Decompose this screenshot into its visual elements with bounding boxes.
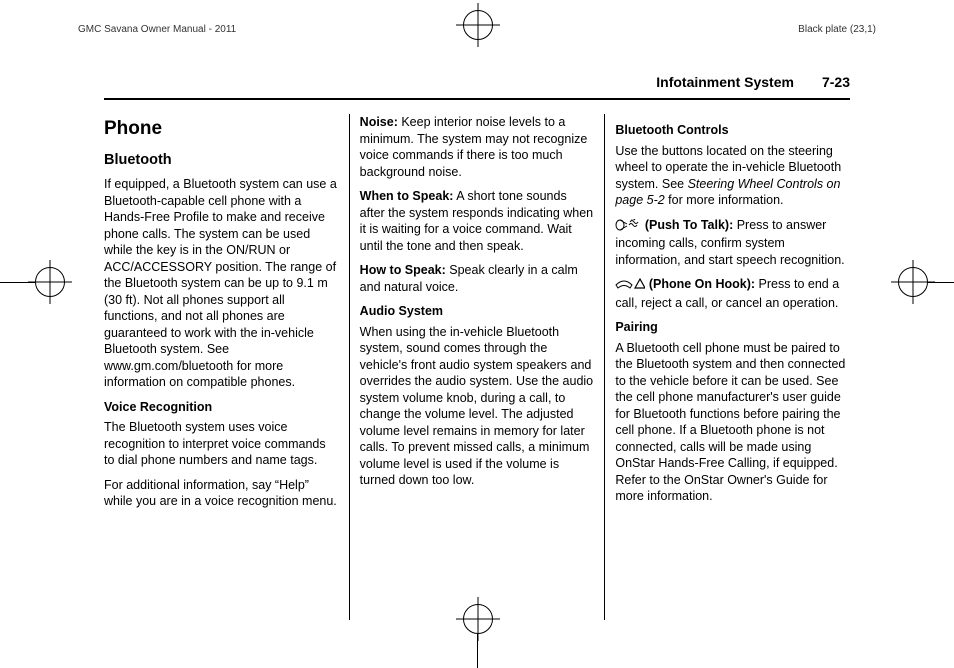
lead-noise: Noise: <box>360 115 398 129</box>
heading-bluetooth-controls: Bluetooth Controls <box>615 122 850 139</box>
print-header: GMC Savana Owner Manual - 2011 Black pla… <box>78 24 876 35</box>
paragraph-noise: Noise: Keep interior noise levels to a m… <box>360 114 595 180</box>
paragraph: If equipped, a Bluetooth system can use … <box>104 176 339 391</box>
paragraph-when-to-speak: When to Speak: A short tone sounds after… <box>360 188 595 254</box>
registration-mark-right <box>898 267 928 297</box>
running-head: Infotainment System 7-23 <box>104 74 850 100</box>
page: GMC Savana Owner Manual - 2011 Black pla… <box>0 0 954 668</box>
heading-voice-recognition: Voice Recognition <box>104 399 339 416</box>
heading-audio-system: Audio System <box>360 303 595 320</box>
lead-how: How to Speak: <box>360 263 446 277</box>
print-header-left: GMC Savana Owner Manual - 2011 <box>78 24 236 35</box>
crop-line <box>0 282 35 283</box>
paragraph-how-to-speak: How to Speak: Speak clearly in a calm an… <box>360 262 595 295</box>
heading-pairing: Pairing <box>615 319 850 336</box>
paragraph-controls-intro: Use the buttons located on the steering … <box>615 143 850 209</box>
paragraph-phone-on-hook: (Phone On Hook): Press to end a call, re… <box>615 276 850 311</box>
column-1: Phone Bluetooth If equipped, a Bluetooth… <box>104 114 349 620</box>
crop-line <box>477 634 478 668</box>
lead-ptt: (Push To Talk): <box>645 218 733 232</box>
phone-on-hook-icon <box>615 278 645 295</box>
paragraph: For additional information, say “Help” w… <box>104 477 339 510</box>
heading-phone: Phone <box>104 116 339 141</box>
column-2: Noise: Keep interior noise levels to a m… <box>349 114 605 620</box>
lead-when: When to Speak: <box>360 189 454 203</box>
content-area: Infotainment System 7-23 Phone Bluetooth… <box>104 74 850 620</box>
paragraph: The Bluetooth system uses voice recognit… <box>104 419 339 469</box>
paragraph: When using the in-vehicle Bluetooth syst… <box>360 324 595 489</box>
push-to-talk-icon <box>615 219 641 236</box>
page-number: 7-23 <box>822 74 850 90</box>
text: for more information. <box>665 193 784 207</box>
registration-mark-left <box>35 267 65 297</box>
print-header-right: Black plate (23,1) <box>798 24 876 35</box>
heading-bluetooth: Bluetooth <box>104 151 339 170</box>
column-3: Bluetooth Controls Use the buttons locat… <box>604 114 850 620</box>
paragraph-push-to-talk: (Push To Talk): Press to answer incoming… <box>615 217 850 269</box>
crop-line <box>928 282 954 283</box>
lead-hook: (Phone On Hook): <box>649 277 755 291</box>
section-title: Infotainment System <box>656 74 794 90</box>
columns: Phone Bluetooth If equipped, a Bluetooth… <box>104 114 850 620</box>
paragraph: A Bluetooth cell phone must be paired to… <box>615 340 850 505</box>
